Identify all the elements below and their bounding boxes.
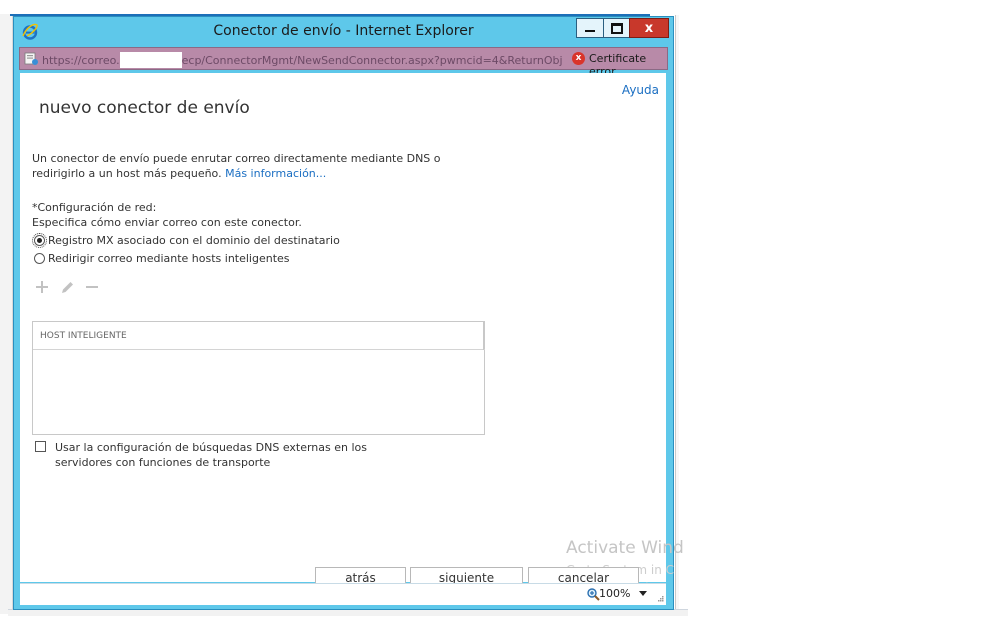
resize-grip-icon[interactable] [658, 596, 664, 602]
close-icon: x [644, 20, 654, 36]
ie-popup-window: Conector de envío - Internet Explorer x … [13, 16, 684, 610]
background-taskbar-edge [8, 609, 688, 616]
minimize-button[interactable] [576, 18, 604, 38]
network-config-description: Especifica cómo enviar correo con este c… [32, 216, 302, 229]
dns-checkbox-label: Usar la configuración de búsquedas DNS e… [55, 441, 368, 469]
page-title: nuevo conector de envío [39, 98, 250, 118]
radio-mx-label: Registro MX asociado con el dominio del … [48, 234, 340, 247]
host-toolbar [34, 279, 100, 295]
connector-description: Un conector de envío puede enrutar corre… [32, 151, 492, 181]
network-config-label: *Configuración de red: [32, 201, 157, 214]
minimize-icon [585, 30, 595, 32]
column-header-host: HOST INTELIGENTE [40, 331, 127, 341]
dns-checkbox-row[interactable]: Usar la configuración de búsquedas DNS e… [35, 440, 415, 470]
background-window-edge [0, 14, 13, 614]
close-button[interactable]: x [629, 18, 669, 38]
maximize-icon [610, 22, 623, 34]
radio-mx-record[interactable]: Registro MX asociado con el dominio del … [32, 233, 340, 248]
activation-watermark-title: Activate Wind [566, 538, 684, 558]
radio-smarthost-button[interactable] [34, 253, 45, 264]
radio-mx-button[interactable] [32, 233, 47, 248]
radio-selected-dot [37, 238, 42, 243]
table-header: HOST INTELIGENTE [33, 322, 485, 350]
address-bar[interactable]: https://correo. ecp/ConnectorMgmt/NewSend… [19, 47, 668, 78]
background-window-panel [675, 15, 679, 610]
status-bar: 100% [20, 583, 666, 605]
help-link[interactable]: Ayuda [622, 83, 659, 97]
smart-host-table[interactable]: HOST INTELIGENTE [32, 321, 485, 435]
title-bar[interactable]: Conector de envío - Internet Explorer x [14, 17, 673, 47]
zoom-icon[interactable] [586, 587, 600, 601]
url-text[interactable]: https://correo. ecp/ConnectorMgmt/NewSend… [42, 52, 562, 68]
radio-smarthost-label: Redirigir correo mediante hosts intelige… [48, 252, 290, 265]
table-header-cell[interactable]: HOST INTELIGENTE [33, 322, 484, 350]
dns-checkbox[interactable] [35, 441, 46, 452]
url-redaction [119, 52, 182, 68]
url-end: ecp/ConnectorMgmt/NewSendConnector.aspx?… [181, 54, 562, 67]
maximize-button[interactable] [603, 18, 630, 38]
more-info-link[interactable]: Más información... [225, 167, 326, 180]
window-title: Conector de envío - Internet Explorer [213, 23, 474, 39]
add-icon[interactable] [34, 279, 50, 295]
radio-smart-host[interactable]: Redirigir correo mediante hosts intelige… [34, 252, 290, 265]
page-content: Ayuda nuevo conector de envío Un conecto… [20, 73, 684, 595]
zoom-dropdown-icon[interactable] [639, 591, 647, 596]
remove-icon[interactable] [84, 279, 100, 295]
certificate-error-icon[interactable]: x [572, 52, 585, 65]
url-start: https://correo. [42, 54, 120, 67]
zoom-level[interactable]: 100% [599, 587, 630, 600]
page-icon [24, 52, 38, 65]
edit-icon[interactable] [59, 279, 75, 295]
